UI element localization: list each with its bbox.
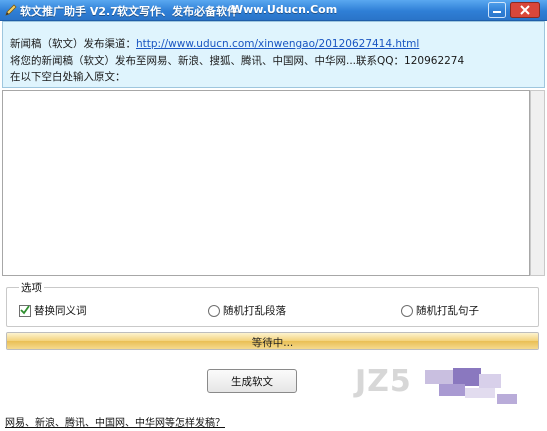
options-legend: 选项 — [19, 280, 44, 295]
app-slogan: 软文写作、发布必备软件 — [117, 5, 238, 18]
source-text-input[interactable] — [3, 91, 529, 275]
app-website: Www.Uducn.Com — [231, 3, 338, 16]
watermark-pixel — [439, 384, 465, 396]
watermark-pixel — [425, 370, 455, 384]
info-line-contact: 将您的新闻稿（软文）发布至网易、新浪、搜狐、腾讯、中国网、中华网...联系QQ：… — [10, 55, 465, 67]
watermark-logo: JZ5 — [355, 364, 535, 414]
channel-link[interactable]: http://www.uducn.com/xinwengao/201206274… — [136, 38, 419, 50]
minimize-button[interactable] — [488, 2, 506, 18]
app-title: 软文推广助手 V2.7 — [20, 5, 118, 18]
watermark-pixel — [479, 374, 501, 388]
editor-scrollbar[interactable] — [530, 90, 545, 276]
shuffle-paragraphs-radio[interactable] — [208, 304, 220, 317]
info-line-channel: 新闻稿（软文）发布渠道：http://www.uducn.com/xinweng… — [10, 36, 419, 51]
status-progress-bar: 等待中... — [6, 332, 539, 350]
info-panel: 新闻稿（软文）发布渠道：http://www.uducn.com/xinweng… — [2, 21, 545, 88]
options-group: 选项 替换同义词 随机打乱段落 随机打乱句子 — [6, 280, 539, 327]
watermark-pixel — [497, 394, 517, 404]
info-channel-label: 新闻稿（软文）发布渠道： — [10, 38, 136, 50]
generate-article-button[interactable]: 生成软文 — [207, 369, 297, 393]
shuffle-paragraphs-label: 随机打乱段落 — [223, 305, 286, 317]
progress-status-text: 等待中... — [251, 337, 294, 349]
watermark-pixel — [465, 388, 495, 398]
how-to-publish-link[interactable]: 网易、新浪、腾讯、中国网、中华网等怎样发稿？ — [5, 414, 225, 429]
close-button[interactable] — [510, 2, 540, 18]
info-line-instruction: 在以下空白处输入原文： — [10, 71, 126, 83]
synonym-checkbox[interactable] — [19, 304, 31, 317]
title-bar[interactable]: 软文推广助手 V2.7 软文写作、发布必备软件 Www.Uducn.Com — [0, 0, 547, 21]
source-text-editor[interactable] — [2, 90, 530, 276]
option-shuffle-paragraphs[interactable]: 随机打乱段落 — [208, 303, 286, 318]
shuffle-sentences-label: 随机打乱句子 — [416, 305, 479, 317]
shuffle-sentences-radio[interactable] — [401, 304, 413, 317]
watermark-text: JZ5 — [355, 364, 412, 399]
pen-icon — [4, 3, 18, 17]
option-shuffle-sentences[interactable]: 随机打乱句子 — [401, 303, 479, 318]
option-synonym-replace[interactable]: 替换同义词 — [19, 303, 87, 318]
synonym-label: 替换同义词 — [34, 305, 87, 317]
